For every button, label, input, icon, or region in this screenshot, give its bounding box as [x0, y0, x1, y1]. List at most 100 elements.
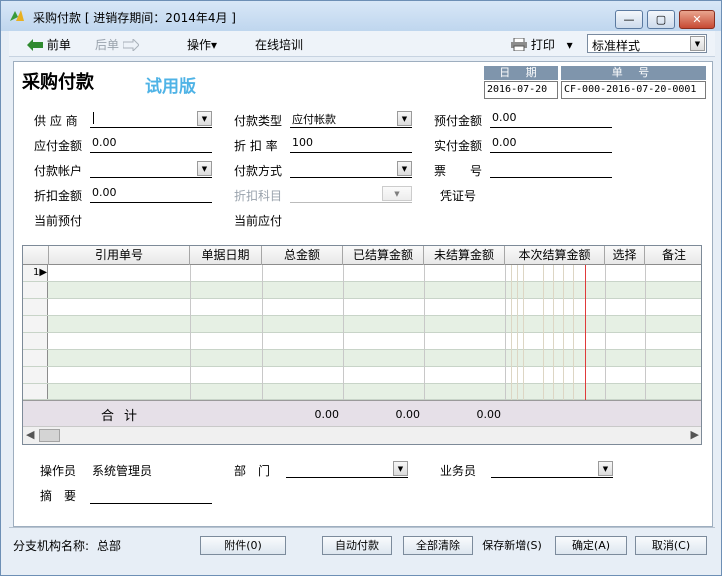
- minimize-button[interactable]: —: [615, 10, 643, 29]
- date-header: 日 期: [484, 66, 558, 80]
- main-window: 采购付款 [ 进销存期间：2014年4月 ] — ▢ ✕ 前单 后单 操作▾ 在…: [0, 0, 722, 576]
- left-arrow-icon: [27, 39, 43, 51]
- form-panel: 采购付款 试用版 日 期 2016-07-20 单 号 CF-000-2016-…: [13, 61, 713, 527]
- account-select[interactable]: ▼: [90, 160, 212, 178]
- col-select[interactable]: 选择: [605, 246, 645, 265]
- grid-divider: [505, 265, 506, 400]
- clear-all-button[interactable]: 全部清除: [403, 536, 473, 555]
- table-row[interactable]: 1▶: [23, 265, 701, 282]
- payable-label: 应付金额: [34, 139, 83, 153]
- operator-label: 操作员: [40, 464, 77, 478]
- chevron-down-icon[interactable]: ▼: [393, 461, 408, 476]
- right-arrow-icon: [122, 37, 140, 53]
- actual-pay-field[interactable]: 0.00: [490, 135, 612, 153]
- current-payable-label: 当前应付: [234, 214, 283, 228]
- chevron-down-icon[interactable]: ▼: [397, 111, 412, 126]
- auto-pay-button[interactable]: 自动付款: [322, 536, 392, 555]
- total-amount: 0.00: [314, 408, 340, 421]
- print-style-value: 标准样式: [592, 39, 641, 53]
- chevron-down-icon[interactable]: ▼: [382, 186, 412, 201]
- discount-rate-field[interactable]: 100: [290, 135, 412, 153]
- memo-field[interactable]: [90, 486, 212, 504]
- chevron-down-icon[interactable]: ▼: [690, 36, 705, 51]
- grid-red-marker: [585, 265, 586, 415]
- grid-divider: [563, 265, 564, 400]
- grid-divider: [605, 265, 606, 400]
- branch-value: 总部: [97, 539, 122, 553]
- salesman-label: 业务员: [440, 464, 477, 478]
- total-settled: 0.00: [395, 408, 421, 421]
- department-select[interactable]: ▼: [286, 460, 408, 478]
- grid-divider: [517, 265, 518, 400]
- col-unsettled-amount[interactable]: 未结算金额: [424, 246, 505, 265]
- invoice-field[interactable]: [490, 160, 612, 178]
- col-ref-no[interactable]: 引用单号: [49, 246, 190, 265]
- printer-icon: [511, 37, 527, 52]
- print-style-select[interactable]: 标准样式 ▼: [587, 34, 707, 53]
- row-header: [23, 333, 48, 349]
- print-button[interactable]: 打印 ▾: [511, 36, 573, 53]
- table-row[interactable]: [23, 316, 701, 333]
- pay-type-value: 应付帐款: [292, 113, 336, 126]
- grid-divider: [523, 265, 524, 400]
- supplier-label: 供 应 商: [34, 114, 78, 128]
- horizontal-scrollbar[interactable]: ◀ ▶: [23, 426, 701, 444]
- branch-label: 分支机构名称:: [13, 539, 90, 553]
- chevron-down-icon[interactable]: ▼: [598, 461, 613, 476]
- table-row[interactable]: [23, 333, 701, 350]
- row-header: [23, 299, 48, 315]
- discount-amount-field[interactable]: 0.00: [90, 185, 212, 203]
- total-row: 合计 0.00 0.00 0.00: [23, 400, 701, 426]
- save-new-button[interactable]: 保存新增(S): [477, 536, 547, 555]
- pay-type-select[interactable]: 应付帐款 ▼: [290, 110, 412, 128]
- doc-no-field[interactable]: CF-000-2016-07-20-0001: [561, 81, 706, 99]
- operate-label: 操作: [187, 38, 212, 52]
- supplier-select[interactable]: ▼: [90, 110, 212, 128]
- online-training-link[interactable]: 在线培训: [255, 36, 303, 53]
- prepay-field[interactable]: 0.00: [490, 110, 612, 128]
- table-row[interactable]: [23, 350, 701, 367]
- department-label: 部 门: [234, 464, 271, 478]
- col-remark[interactable]: 备注: [645, 246, 701, 265]
- pay-method-label: 付款方式: [234, 164, 283, 178]
- col-doc-date[interactable]: 单据日期: [190, 246, 262, 265]
- grid-divider: [343, 265, 344, 400]
- col-total-amount[interactable]: 总金额: [262, 246, 343, 265]
- status-separator: [9, 527, 715, 528]
- chevron-down-icon[interactable]: ▼: [197, 111, 212, 126]
- table-row[interactable]: [23, 299, 701, 316]
- operate-menu[interactable]: 操作▾: [187, 36, 217, 53]
- grid-divider: [543, 265, 544, 400]
- chevron-down-icon[interactable]: ▼: [397, 161, 412, 176]
- scroll-left-icon[interactable]: ◀: [26, 428, 34, 441]
- voucher-label: 凭证号: [440, 189, 477, 203]
- discount-subject-select[interactable]: ▼: [290, 185, 412, 203]
- text-cursor: [93, 112, 94, 124]
- confirm-button[interactable]: 确定(A): [555, 536, 627, 555]
- payable-field[interactable]: 0.00: [90, 135, 212, 153]
- col-settled-amount[interactable]: 已结算金额: [343, 246, 424, 265]
- pay-method-select[interactable]: ▼: [290, 160, 412, 178]
- row-header: [23, 316, 48, 332]
- date-field[interactable]: 2016-07-20: [484, 81, 558, 99]
- close-button[interactable]: ✕: [679, 10, 715, 29]
- table-row[interactable]: [23, 367, 701, 384]
- title-bar: 采购付款 [ 进销存期间：2014年4月 ] — ▢ ✕: [1, 1, 721, 31]
- cancel-button[interactable]: 取消(C): [635, 536, 707, 555]
- table-row[interactable]: [23, 282, 701, 299]
- scroll-thumb[interactable]: [39, 429, 60, 442]
- scroll-right-icon[interactable]: ▶: [691, 428, 699, 441]
- print-dropdown-icon[interactable]: ▾: [567, 38, 573, 52]
- operator-value: 系统管理员: [92, 464, 153, 478]
- grid-divider: [511, 265, 512, 400]
- attachment-button[interactable]: 附件(0): [200, 536, 286, 555]
- row-header: [23, 282, 48, 298]
- current-prepay-label: 当前预付: [34, 214, 83, 228]
- chevron-down-icon[interactable]: ▼: [197, 161, 212, 176]
- table-row[interactable]: [23, 384, 701, 400]
- next-doc-button[interactable]: 后单: [95, 36, 140, 53]
- maximize-button[interactable]: ▢: [647, 10, 675, 29]
- col-current-settle[interactable]: 本次结算金额: [505, 246, 605, 265]
- salesman-select[interactable]: ▼: [491, 460, 613, 478]
- prev-doc-button[interactable]: 前单: [27, 36, 71, 53]
